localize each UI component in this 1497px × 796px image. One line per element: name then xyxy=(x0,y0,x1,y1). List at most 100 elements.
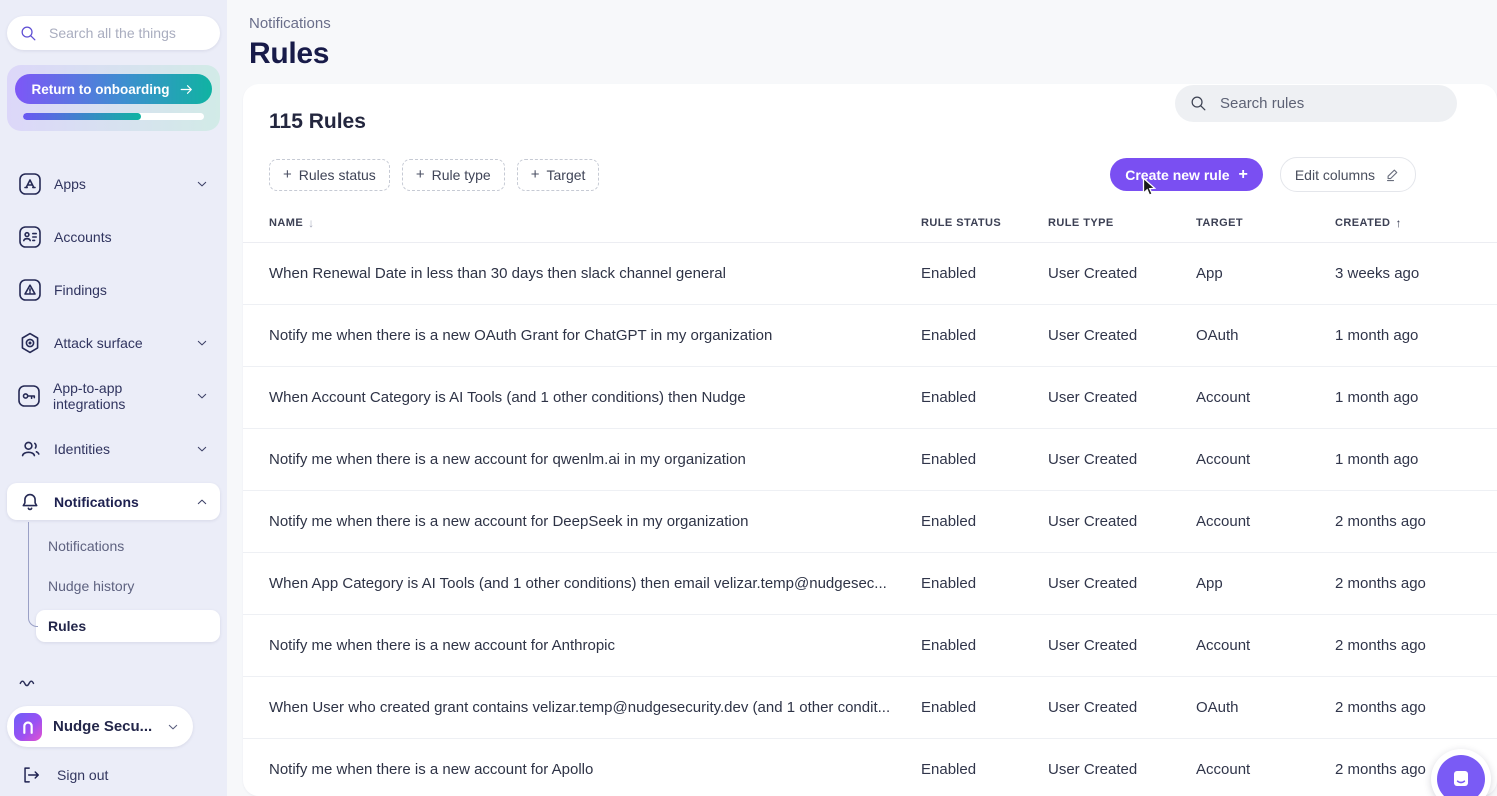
table-body: When Renewal Date in less than 30 days t… xyxy=(243,243,1497,796)
cell-target: App xyxy=(1196,265,1335,282)
column-header-rule-type[interactable]: RULE TYPE xyxy=(1048,216,1196,230)
sidebar-item-attack-surface[interactable]: Attack surface xyxy=(7,324,220,361)
main-content: Notifications Rules 115 Rules +Rules sta… xyxy=(227,0,1497,796)
cell-rule-status: Enabled xyxy=(921,575,1048,592)
rules-card: 115 Rules +Rules status+Rule type+Target… xyxy=(243,84,1497,796)
sidebar-item-notifications[interactable]: Notifications xyxy=(7,483,220,520)
edit-columns-button[interactable]: Edit columns xyxy=(1280,157,1416,192)
create-button-label: Create new rule xyxy=(1125,167,1229,183)
filter-chip-label: Target xyxy=(547,167,586,183)
chevron-down-icon xyxy=(194,176,210,192)
table-row[interactable]: When Renewal Date in less than 30 days t… xyxy=(243,243,1497,305)
onboarding-card: Return to onboarding xyxy=(7,65,220,131)
table-row[interactable]: Notify me when there is a new account fo… xyxy=(243,491,1497,553)
cell-rule-status: Enabled xyxy=(921,327,1048,344)
cell-rule-type: User Created xyxy=(1048,637,1196,654)
integrations-icon xyxy=(17,383,41,408)
sidebar-subnav: Notifications Nudge history Rules xyxy=(7,530,220,642)
table-row[interactable]: Notify me when there is a new account fo… xyxy=(243,739,1497,796)
cell-created: 1 month ago xyxy=(1335,327,1497,344)
cell-rule-type: User Created xyxy=(1048,265,1196,282)
chevron-down-icon xyxy=(194,335,210,351)
cell-rule-status: Enabled xyxy=(921,513,1048,530)
cell-rule-type: User Created xyxy=(1048,327,1196,344)
column-header-target[interactable]: TARGET xyxy=(1196,216,1335,230)
global-search[interactable] xyxy=(7,16,220,50)
return-to-onboarding-button[interactable]: Return to onboarding xyxy=(15,74,212,104)
table-row[interactable]: Notify me when there is a new OAuth Gran… xyxy=(243,305,1497,367)
create-new-rule-button[interactable]: Create new rule + xyxy=(1110,158,1263,191)
chevron-down-icon xyxy=(194,441,210,457)
rules-search-input[interactable] xyxy=(1218,94,1443,113)
sidebar-item-accounts[interactable]: Accounts xyxy=(7,218,220,255)
table-row[interactable]: When Account Category is AI Tools (and 1… xyxy=(243,367,1497,429)
column-header-name[interactable]: NAME↓ xyxy=(269,216,921,230)
filter-chip-label: Rules status xyxy=(299,167,376,183)
table-row[interactable]: Notify me when there is a new account fo… xyxy=(243,429,1497,491)
filter-chip-rule-type[interactable]: +Rule type xyxy=(402,159,505,191)
edit-columns-label: Edit columns xyxy=(1295,167,1375,183)
column-label: RULE STATUS xyxy=(921,217,1001,229)
sidebar-subitem-label: Rules xyxy=(48,618,86,634)
sign-out-label: Sign out xyxy=(57,767,108,783)
org-switcher[interactable]: Nudge Secu... xyxy=(7,706,193,747)
sign-out-button[interactable]: Sign out xyxy=(7,764,220,786)
sidebar-subitem-rules[interactable]: Rules xyxy=(36,610,220,642)
column-label: RULE TYPE xyxy=(1048,217,1114,229)
cell-name: Notify me when there is a new OAuth Gran… xyxy=(269,327,921,344)
breadcrumb: Notifications xyxy=(249,15,1497,32)
cell-rule-status: Enabled xyxy=(921,637,1048,654)
cell-created: 1 month ago xyxy=(1335,389,1497,406)
filter-chip-target[interactable]: +Target xyxy=(517,159,600,191)
findings-icon xyxy=(17,277,42,302)
sidebar-item-app-to-app-integrations[interactable]: App-to-app integrations xyxy=(7,377,220,414)
cell-created: 2 months ago xyxy=(1335,575,1497,592)
cell-name: Notify me when there is a new account fo… xyxy=(269,451,921,468)
column-header-rule-status[interactable]: RULE STATUS xyxy=(921,216,1048,230)
sign-out-icon xyxy=(20,764,42,786)
cell-rule-type: User Created xyxy=(1048,389,1196,406)
cell-created: 2 months ago xyxy=(1335,699,1497,716)
global-search-input[interactable] xyxy=(47,24,208,42)
sidebar-item-apps[interactable]: Apps xyxy=(7,165,220,202)
column-header-created[interactable]: CREATED↑ xyxy=(1335,216,1497,230)
sidebar-item-findings[interactable]: Findings xyxy=(7,271,220,308)
cell-created: 1 month ago xyxy=(1335,451,1497,468)
squiggle-icon xyxy=(18,671,220,693)
sidebar-subitem-nudge-history[interactable]: Nudge history xyxy=(36,570,220,602)
sidebar-item-label: Accounts xyxy=(54,229,112,245)
cell-created: 2 months ago xyxy=(1335,513,1497,530)
cell-target: Account xyxy=(1196,389,1335,406)
accounts-icon xyxy=(17,224,42,249)
action-buttons: Create new rule + Edit columns xyxy=(1110,157,1457,192)
cell-rule-type: User Created xyxy=(1048,451,1196,468)
cell-name: When User who created grant contains vel… xyxy=(269,699,921,716)
sidebar-item-label: Attack surface xyxy=(54,335,143,351)
cell-target: OAuth xyxy=(1196,699,1335,716)
chevron-down-icon xyxy=(165,719,181,735)
sidebar-item-identities[interactable]: Identities xyxy=(7,430,220,467)
table-row[interactable]: When User who created grant contains vel… xyxy=(243,677,1497,739)
card-header: 115 Rules +Rules status+Rule type+Target… xyxy=(243,84,1497,192)
sidebar-item-label: Apps xyxy=(54,176,86,192)
table-header: NAME↓RULE STATUS RULE TYPE TARGET CREATED↑ xyxy=(243,192,1497,243)
cell-created: 3 weeks ago xyxy=(1335,265,1497,282)
cell-name: When Account Category is AI Tools (and 1… xyxy=(269,389,921,406)
filter-chip-rules-status[interactable]: +Rules status xyxy=(269,159,390,191)
table-row[interactable]: When App Category is AI Tools (and 1 oth… xyxy=(243,553,1497,615)
cell-rule-type: User Created xyxy=(1048,575,1196,592)
sidebar-item-label: Notifications xyxy=(54,494,139,510)
sidebar-subitem-notifications[interactable]: Notifications xyxy=(36,530,220,562)
chat-bubble-icon xyxy=(1437,755,1485,796)
table-controls: +Rules status +Rule type +Target Create ne… xyxy=(269,157,1457,192)
cell-rule-status: Enabled xyxy=(921,761,1048,778)
column-label: TARGET xyxy=(1196,217,1243,229)
sort-down-icon: ↓ xyxy=(308,216,314,230)
cell-name: Notify me when there is a new account fo… xyxy=(269,637,921,654)
apps-icon xyxy=(17,171,42,196)
cell-rule-status: Enabled xyxy=(921,265,1048,282)
rules-search[interactable] xyxy=(1175,85,1457,122)
table-row[interactable]: Notify me when there is a new account fo… xyxy=(243,615,1497,677)
filter-chip-label: Rule type xyxy=(432,167,491,183)
attack-surface-icon xyxy=(17,330,42,355)
